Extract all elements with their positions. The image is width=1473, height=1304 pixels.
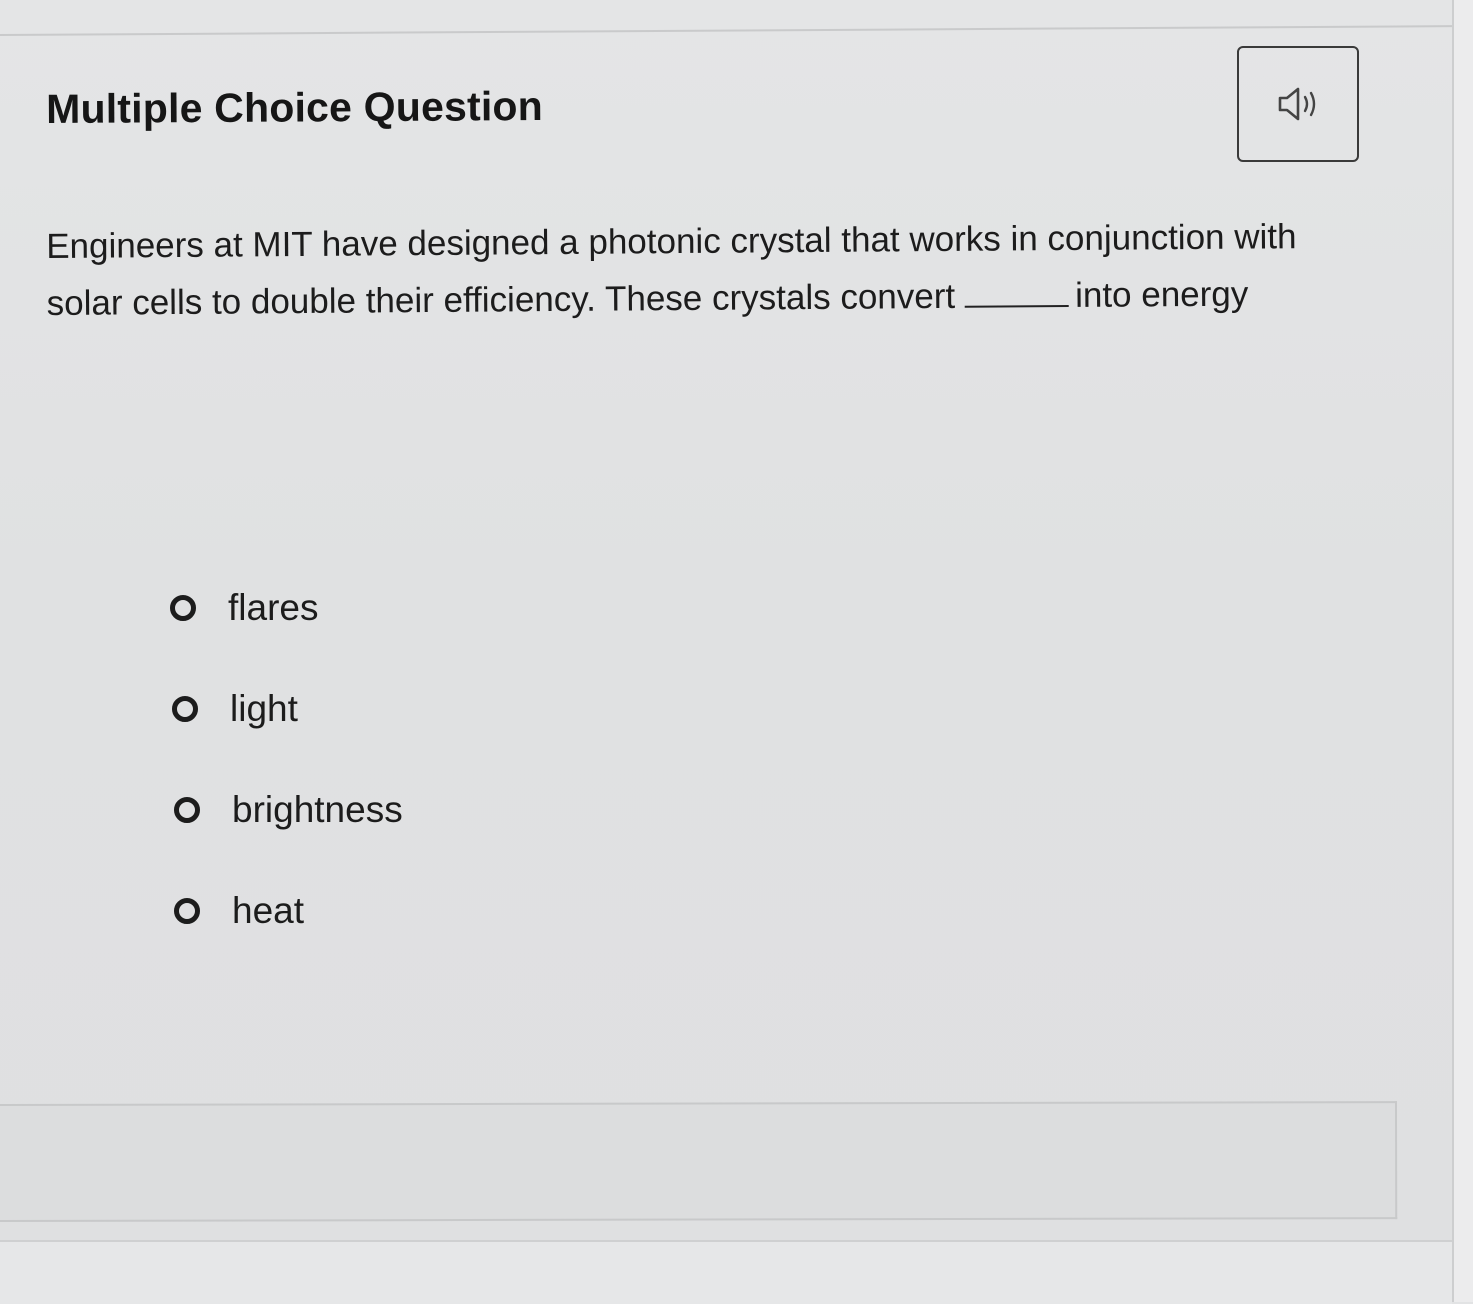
question-heading: Multiple Choice Question xyxy=(46,82,544,132)
option-light[interactable]: light xyxy=(172,684,770,734)
bottom-panel xyxy=(0,1101,1398,1222)
radio-button[interactable] xyxy=(174,898,200,924)
option-label: heat xyxy=(232,890,305,931)
read-aloud-button[interactable] xyxy=(1237,46,1359,162)
option-brightness[interactable]: brightness xyxy=(174,785,770,835)
option-label: light xyxy=(230,688,298,729)
speaker-icon xyxy=(1278,87,1316,121)
radio-button[interactable] xyxy=(170,595,196,621)
option-flares[interactable]: flares xyxy=(170,583,770,633)
question-text-after-blank: into energy xyxy=(1074,274,1249,315)
top-divider xyxy=(0,25,1452,36)
option-label: flares xyxy=(228,587,319,628)
scroll-gutter xyxy=(1454,0,1473,1302)
answer-options: flares light brightness heat xyxy=(170,583,770,987)
radio-button[interactable] xyxy=(174,797,200,823)
footer-area xyxy=(0,1240,1452,1304)
option-label: brightness xyxy=(232,789,403,830)
answer-blank xyxy=(965,300,1070,308)
question-prompt: Engineers at MIT have designed a photoni… xyxy=(46,208,1337,332)
option-heat[interactable]: heat xyxy=(174,886,770,936)
radio-button[interactable] xyxy=(172,696,198,722)
question-page: Multiple Choice Question Engineers at MI… xyxy=(0,0,1473,1304)
